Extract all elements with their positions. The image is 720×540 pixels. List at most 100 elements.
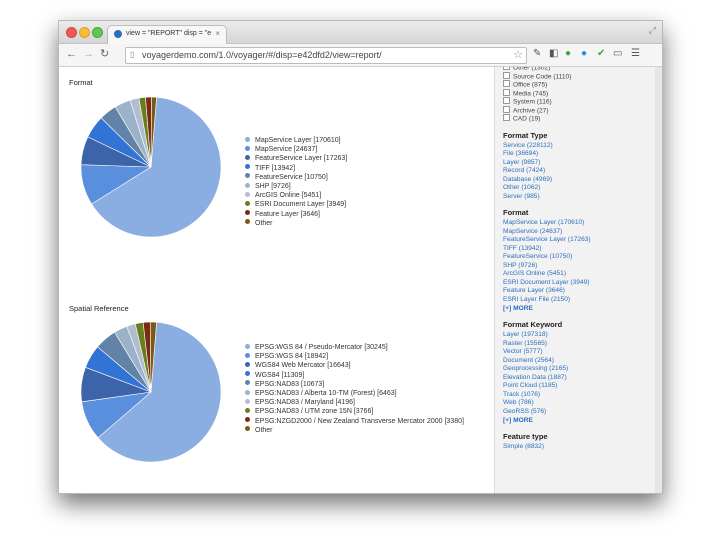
format-keyword-facet-item[interactable]: Point Cloud (1185) — [503, 382, 653, 391]
fullscreen-icon[interactable]: ⤢ — [649, 25, 656, 36]
spatial-reference-legend-item: EPSG:NAD83 [10673] — [245, 380, 464, 389]
spatial-reference-legend-swatch — [245, 362, 250, 368]
browser-tab[interactable]: view = "REPORT" disp = "e × — [107, 25, 227, 44]
file-type-facet-item[interactable]: Archive (27) — [503, 105, 653, 116]
favicon-icon — [114, 30, 122, 38]
file-type-facet-item[interactable]: System (116) — [503, 97, 653, 107]
format-type-facet-item[interactable]: Layer (9857) — [503, 159, 653, 168]
browser-toolbar: ← → ↻ ▯ voyagerdemo.com/1.0/voyager/#/di… — [59, 44, 662, 67]
format-legend-swatch — [245, 155, 250, 161]
spatial-reference-legend-label: EPSG:WGS 84 [18942] — [255, 353, 329, 361]
facet-checkbox[interactable] — [503, 97, 510, 104]
file-type-facet-item[interactable]: Office (875) — [503, 80, 653, 90]
format-keyword-facet-item[interactable]: Vector (5777) — [503, 348, 653, 357]
facet-checkbox[interactable] — [503, 88, 510, 96]
facet-checkbox[interactable] — [503, 80, 510, 87]
file-type-facet-label: Office (875) — [513, 81, 548, 89]
format-keyword-facet-item[interactable]: Web (786) — [503, 399, 653, 408]
format-facet-item[interactable]: MapService (24637) — [503, 228, 653, 237]
format-keyword-facet-item[interactable]: Document (2564) — [503, 357, 653, 366]
spatial-reference-legend-item: EPSG:NAD83 / UTM zone 15N [3766] — [245, 407, 464, 416]
facet-checkbox[interactable] — [503, 67, 510, 70]
wrench-icon[interactable]: ✎ — [533, 48, 541, 60]
file-type-facet-label: CAD (19) — [513, 115, 541, 123]
format-facet-item[interactable]: TIFF (13942) — [503, 245, 653, 254]
format-type-facet-label: Server (985) — [503, 192, 540, 200]
format-legend-label: MapService Layer [170610] — [255, 137, 341, 144]
facet-sidebar: Other (1302) Source Code (1110) Office (87… — [494, 67, 662, 493]
reload-icon[interactable]: ↻ — [100, 48, 109, 60]
spatial-reference-legend-label: EPSG:WGS 84 / Pseudo-Mercator [30245] — [255, 344, 388, 351]
format-keyword-facet-label: Raster (15565) — [503, 339, 547, 347]
extension-icon[interactable]: ◧ — [549, 48, 558, 60]
format-facet-item[interactable]: MapService Layer (170610) — [503, 219, 653, 228]
bookmark-star-icon[interactable]: ☆ — [513, 48, 523, 61]
format-facet-label: ESRI Document Layer (3949) — [503, 278, 590, 286]
format-facet-item[interactable]: SHP (9726) — [503, 262, 653, 271]
address-bar[interactable]: ▯ voyagerdemo.com/1.0/voyager/#/disp=e42… — [125, 47, 527, 64]
format-type-facet-item[interactable]: Service (228112) — [503, 142, 653, 151]
format-keyword-facet-item[interactable]: Track (1076) — [503, 391, 653, 400]
close-window-button[interactable] — [66, 27, 77, 38]
format-type-facet-label: Database (4969) — [503, 175, 553, 183]
format-type-facet-item[interactable]: File (36694) — [503, 150, 653, 159]
format-keyword-facet-list: Layer (197318) Raster (15565) Vector (5777… — [503, 331, 653, 416]
format-keyword-facet-item[interactable]: Elevation Data (1887) — [503, 374, 653, 383]
forward-arrow-icon[interactable]: → — [83, 48, 94, 60]
checkmark-icon[interactable]: ✔ — [597, 48, 605, 60]
cast-icon[interactable]: ▭ — [613, 48, 622, 60]
format-facet-item[interactable]: ESRI Document Layer (3949) — [503, 279, 653, 288]
format-legend-label: MapService [24637] — [255, 146, 318, 154]
format-keyword-facet-item[interactable]: Layer (197318) — [503, 331, 653, 340]
evernote-icon[interactable]: ● — [565, 48, 571, 60]
spatial-reference-legend-label: EPSG:NAD83 / UTM zone 15N [3766] — [255, 408, 374, 416]
format-facet-label: ArcGIS Online (5451) — [503, 270, 567, 277]
format-facet-item[interactable]: FeatureService Layer (17263) — [503, 236, 653, 245]
spatial-reference-legend-item: EPSG:NZGD2000 / New Zealand Transverse M… — [245, 417, 464, 426]
format-keyword-facet-label: Layer (197318) — [503, 331, 548, 338]
tab-close-icon[interactable]: × — [215, 29, 220, 38]
format-keyword-more-link[interactable]: [+] MORE — [503, 416, 653, 425]
format-type-facet-item[interactable]: Record (7424) — [503, 167, 653, 176]
spatial-reference-legend-item: Other — [245, 426, 464, 435]
format-facet-item[interactable]: Feature Layer (3646) — [503, 287, 653, 296]
file-type-facet-item[interactable]: CAD (19) — [503, 114, 653, 124]
format-keyword-facet-item[interactable]: GeoRSS (576) — [503, 408, 653, 417]
format-type-facet-label: Record (7424) — [503, 167, 546, 174]
format-keyword-facet-label: Web (786) — [503, 399, 534, 406]
facet-checkbox[interactable] — [503, 105, 510, 113]
menu-icon[interactable]: ☰ — [631, 48, 640, 60]
spatial-reference-legend-item: EPSG:WGS 84 [18942] — [245, 352, 464, 361]
facet-checkbox[interactable] — [503, 114, 510, 121]
browser-window: view = "REPORT" disp = "e × ⤢ ← → ↻ ▯ vo… — [58, 20, 663, 494]
page-content: Format MapService Layer [170610] MapServi… — [59, 67, 662, 493]
spatial-reference-legend-item: EPSG:NAD83 / Maryland [4196] — [245, 398, 464, 407]
feature-type-facet-title: Feature type — [503, 432, 548, 441]
format-type-facet-item[interactable]: Other (1062) — [503, 184, 653, 193]
file-type-facet-label: Source Code (1110) — [513, 72, 572, 80]
format-type-facet-item[interactable]: Server (985) — [503, 193, 653, 202]
spatial-reference-legend-swatch — [245, 380, 250, 386]
format-type-facet-item[interactable]: Database (4969) — [503, 176, 653, 185]
feature-type-facet-item[interactable]: Simple (8832) — [503, 443, 653, 452]
minimize-window-button[interactable] — [79, 27, 90, 38]
format-keyword-facet-item[interactable]: Raster (15565) — [503, 340, 653, 349]
file-type-facet-item[interactable]: Media (745) — [503, 88, 653, 99]
format-facet-item[interactable]: FeatureService (10750) — [503, 253, 653, 262]
sidebar-scrollbar[interactable] — [655, 67, 662, 493]
format-facet-item[interactable]: ArcGIS Online (5451) — [503, 270, 653, 279]
file-type-facet-item[interactable]: Source Code (1110) — [503, 71, 653, 82]
format-keyword-facet-item[interactable]: Geoprocessing (2165) — [503, 365, 653, 374]
facet-checkbox[interactable] — [503, 71, 510, 79]
format-more-link[interactable]: [+] MORE — [503, 304, 653, 313]
format-facet-label: TIFF (13942) — [503, 244, 542, 252]
format-legend-item: MapService Layer [170610] — [245, 136, 347, 145]
format-facet-label: SHP (9726) — [503, 261, 538, 269]
tracker-icon[interactable]: ● — [581, 48, 587, 60]
format-facet-item[interactable]: ESRI Layer File (2150) — [503, 296, 653, 305]
format-keyword-facet-label: GeoRSS (576) — [503, 407, 547, 415]
title-bar: view = "REPORT" disp = "e × ⤢ — [59, 21, 662, 44]
back-arrow-icon[interactable]: ← — [66, 48, 77, 60]
zoom-window-button[interactable] — [92, 27, 103, 38]
spatial-reference-legend-item: EPSG:WGS 84 / Pseudo-Mercator [30245] — [245, 343, 464, 352]
